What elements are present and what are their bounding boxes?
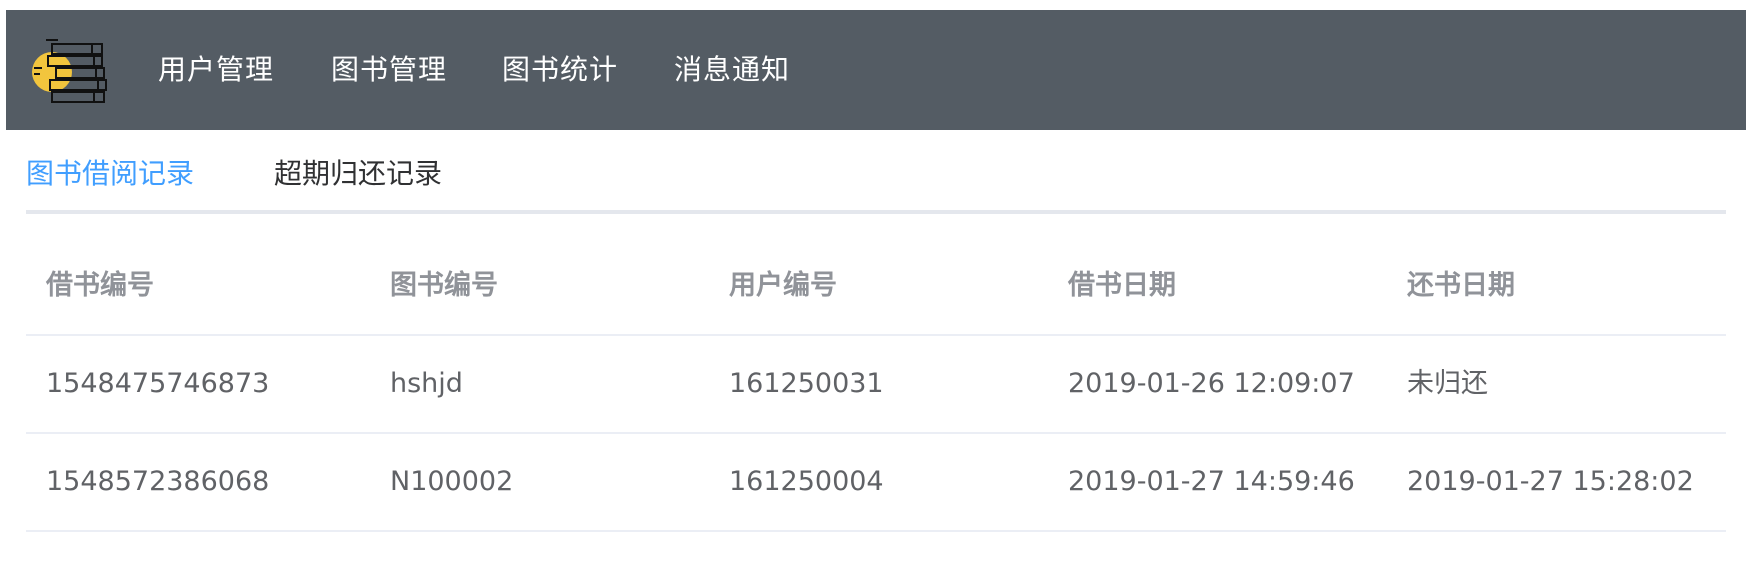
header-borrow-id: 借书编号 [46, 270, 154, 301]
cell-return-date: 未归还 [1407, 368, 1488, 399]
cell-borrow-date: 2019-01-27 14:59:46 [1068, 466, 1355, 497]
tab-borrow-records[interactable]: 图书借阅记录 [26, 152, 194, 192]
cell-return-date: 2019-01-27 15:28:02 [1407, 466, 1694, 497]
cell-borrow-date: 2019-01-26 12:09:07 [1068, 368, 1355, 399]
library-books-logo-icon[interactable] [30, 38, 120, 106]
cell-borrow-id: 1548475746873 [46, 368, 270, 399]
header-book-id: 图书编号 [390, 270, 498, 301]
record-tabs: 图书借阅记录 超期归还记录 [26, 130, 1726, 214]
cell-book-id: N100002 [390, 466, 514, 497]
table-row[interactable]: 1548572386068 N100002 161250004 2019-01-… [26, 434, 1726, 532]
cell-borrow-id: 1548572386068 [46, 466, 270, 497]
nav-item-notifications[interactable]: 消息通知 [674, 10, 790, 130]
tab-overdue-records[interactable]: 超期归还记录 [274, 152, 442, 192]
nav-item-book-management[interactable]: 图书管理 [331, 10, 447, 130]
nav-item-user-management[interactable]: 用户管理 [158, 10, 274, 130]
cell-user-id: 161250031 [729, 368, 884, 399]
nav-item-book-statistics[interactable]: 图书统计 [502, 10, 618, 130]
table-row[interactable]: 1548475746873 hshjd 161250031 2019-01-26… [26, 336, 1726, 434]
header-return-date: 还书日期 [1407, 270, 1515, 301]
header-user-id: 用户编号 [729, 270, 837, 301]
records-table: 借书编号 图书编号 用户编号 借书日期 还书日期 1548475746873 h… [26, 238, 1726, 532]
table-header-row: 借书编号 图书编号 用户编号 借书日期 还书日期 [26, 238, 1726, 336]
header-borrow-date: 借书日期 [1068, 270, 1176, 301]
cell-user-id: 161250004 [729, 466, 884, 497]
top-navbar: 用户管理 图书管理 图书统计 消息通知 [6, 10, 1746, 130]
cell-book-id: hshjd [390, 368, 463, 399]
